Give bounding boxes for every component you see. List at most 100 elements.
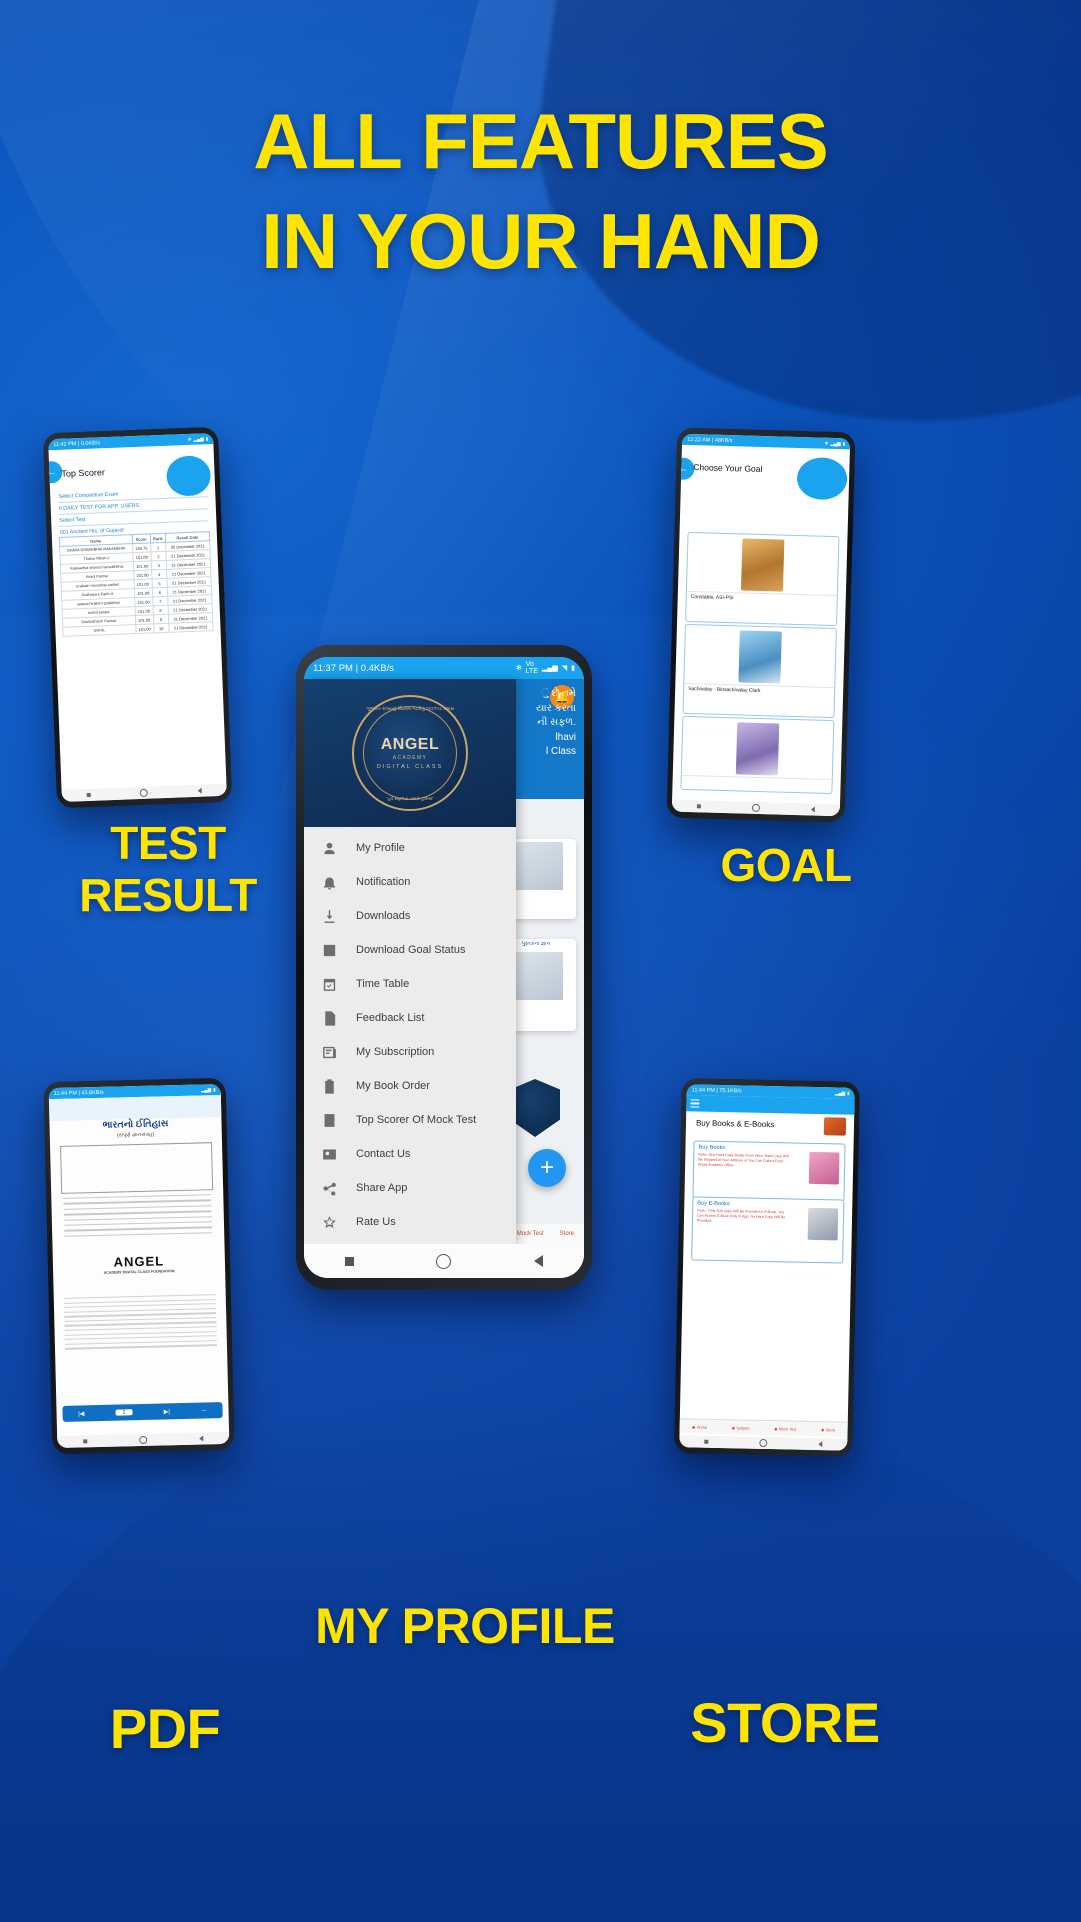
home-icon[interactable] — [751, 803, 760, 813]
goal-thumbnail — [740, 538, 785, 592]
drawer-item-my-profile[interactable]: My Profile — [304, 831, 516, 865]
pdf-page-number[interactable]: 1 — [115, 1409, 133, 1416]
caption-text: STORE — [690, 1691, 880, 1754]
tab-mock-test[interactable]: ◆ Mock Test — [774, 1426, 796, 1431]
drawer-item-my-book-order[interactable]: My Book Order — [304, 1069, 516, 1103]
drawer-item-downloads[interactable]: Downloads — [304, 899, 516, 933]
tab-mock-test[interactable]: Mock Test — [517, 1231, 544, 1237]
goal-card[interactable]: Sachivalay - Binsachivalay Clark — [682, 623, 837, 719]
card-body: Note:- Only Soft Copy Will Be Provided I… — [696, 1208, 786, 1223]
books-illustration — [823, 1117, 847, 1136]
clipboard-icon — [320, 1077, 338, 1095]
drawer-item-rate-us[interactable]: Rate Us — [304, 1205, 516, 1239]
store-icon: ◆ — [821, 1426, 825, 1432]
table-cell: 21 December 2021 — [168, 621, 214, 633]
police-badge-illustration — [510, 1079, 560, 1137]
square-icon[interactable] — [345, 1256, 355, 1266]
goal-card[interactable]: Constable, ASI-PSI — [685, 531, 840, 627]
skip-first-icon[interactable]: |◀ — [78, 1410, 84, 1417]
headline-line-2: IN YOUR HAND — [261, 196, 821, 285]
goal-thumbnail — [738, 630, 782, 684]
drawer-item-label: My Book Order — [356, 1080, 430, 1092]
recents-icon[interactable] — [86, 792, 91, 798]
phone-screen-my-profile: 11:37 PM | 0.4KB/s ✻ Vo LTE ▂▄▆ ◥ ▮ 🔔 ું … — [304, 657, 584, 1278]
home-icon[interactable] — [759, 1438, 768, 1448]
phone-mockup-goal: 12:22 AM | 48KB/s ✻ ▂▄▆ ▮ ← Choose Your … — [666, 427, 856, 823]
status-bar-icons: ▂▄▆ ▮ — [835, 1090, 850, 1096]
phone-screen-test-result: 11:42 PM | 0.0KB/s ✻ ▂▄▆ ▮ ← Top Scorer … — [48, 432, 227, 803]
drawer-header: 'ગુજરાત' રાજ્યનું સૌપ્રથમ ગઢવીનું DIGITA… — [304, 679, 516, 827]
page-title: Buy Books & E-Books — [695, 1118, 775, 1130]
angel-academy-logo: 'ગુજરાત' રાજ્યનું સૌપ્રથમ ગઢવીનું DIGITA… — [352, 695, 468, 811]
drawer-item-download-goal-status[interactable]: Download Goal Status — [304, 933, 516, 967]
drawer-item-label: Contact Us — [356, 1148, 411, 1160]
drawer-item-share-app[interactable]: Share App — [304, 1171, 516, 1205]
tab-label: Subject — [736, 1424, 750, 1431]
store-card-buy-ebooks[interactable]: Buy E-Books Note:- Only Soft Copy Will B… — [691, 1196, 845, 1264]
drawer-item-label: Top Scorer Of Mock Test — [356, 1114, 477, 1126]
hamburger-icon[interactable] — [690, 1099, 700, 1108]
pdf-body-text-2 — [63, 1294, 217, 1353]
top-scorer-table: Name Score Rank Result Date DHAPA GOBARBHAI… — [59, 531, 214, 637]
pdf-pager-toolbar[interactable]: |◀ 1 ▶| ↔ — [62, 1402, 223, 1422]
scroll-icon — [320, 1111, 338, 1129]
fit-width-icon[interactable]: ↔ — [201, 1407, 207, 1413]
share-icon — [320, 1179, 338, 1197]
circle-icon[interactable] — [436, 1253, 452, 1269]
bell-icon — [320, 873, 338, 891]
drawer-item-label: Download Goal Status — [356, 944, 466, 956]
signal-icon: ▂▄▆ — [542, 665, 558, 672]
caption-text: GOAL — [720, 839, 852, 891]
store-card-buy-books[interactable]: Buy Books Note:- Buy Hard Copy Books Fro… — [692, 1140, 846, 1202]
triangle-back-icon[interactable] — [533, 1255, 543, 1267]
logo-word: ANGEL — [380, 735, 440, 753]
drawer-item-feedback-list[interactable]: Feedback List — [304, 1001, 516, 1035]
logo-sub2: DIGITAL CLASS — [376, 763, 444, 770]
logo-inner: ANGEL ACADEMY DIGITAL CLASS — [363, 706, 457, 800]
plus-icon[interactable]: + — [528, 1149, 566, 1187]
status-bar: 11:37 PM | 0.4KB/s ✻ Vo LTE ▂▄▆ ◥ ▮ — [304, 657, 584, 679]
goal-label: Constable, ASI-PSI — [686, 590, 837, 608]
recents-icon[interactable] — [697, 804, 702, 809]
caption-store: STORE — [620, 1691, 950, 1755]
bottom-tab-bar[interactable]: ◆ Home ◆ Subject ◆ Mock Test ◆ Store — [679, 1418, 848, 1437]
hero-illustration-blob — [796, 456, 848, 501]
battery-icon: ▮ — [847, 1090, 850, 1096]
next-icon[interactable]: ▶| — [164, 1408, 170, 1415]
tab-home[interactable]: ◆ Home — [692, 1424, 707, 1429]
recents-icon[interactable] — [83, 1439, 88, 1444]
logo-arc-top: 'ગુજરાત' રાજ્યનું સૌપ્રથમ ગઢવીનું DIGITA… — [366, 706, 454, 711]
watermark-text: ANGEL — [113, 1253, 165, 1270]
card-thumbnail — [808, 1151, 840, 1185]
drawer-item-my-subscription[interactable]: My Subscription — [304, 1035, 516, 1069]
back-icon[interactable] — [197, 787, 202, 794]
calendar-check-icon — [320, 975, 338, 993]
poster-canvas: ALL FEATURES IN YOUR HAND 11:42 PM | 0.0… — [0, 0, 1081, 1922]
home-icon[interactable] — [139, 1435, 148, 1445]
goal-card[interactable] — [680, 715, 835, 795]
pdf-body-text — [63, 1194, 213, 1241]
drawer-item-label: My Profile — [356, 842, 405, 854]
phone-mockup-store: 11:44 PM | 75.1KB/s ▂▄▆ ▮ Buy Books & E-… — [674, 1078, 860, 1457]
home-icon[interactable] — [140, 788, 149, 798]
table-cell: GOHIL — [62, 624, 136, 637]
drawer-item-contact-us[interactable]: Contact Us — [304, 1137, 516, 1171]
back-icon[interactable] — [199, 1435, 204, 1442]
status-bar-time: 12:22 AM | 48KB/s — [687, 436, 733, 444]
back-icon[interactable] — [817, 1441, 823, 1448]
tab-label: Home — [696, 1424, 708, 1430]
phone-mockup-pdf: 11:44 PM | 43.6KB/s ▂▄▆ ▮ ભારતનો ઈતિહાસ … — [43, 1077, 235, 1455]
recents-icon[interactable] — [704, 1439, 709, 1444]
status-bar-time: 11:42 PM | 0.0KB/s — [53, 439, 101, 448]
tab-subject[interactable]: ◆ Subject — [732, 1425, 750, 1430]
drawer-item-top-scorer-of-mock-test[interactable]: Top Scorer Of Mock Test — [304, 1103, 516, 1137]
drawer-item-notification[interactable]: Notification — [304, 865, 516, 899]
battery-icon: ▮ — [571, 665, 575, 672]
drawer-item-time-table[interactable]: Time Table — [304, 967, 516, 1001]
table-cell: 101.00 — [135, 623, 154, 634]
status-bar-icons: ✻ Vo LTE ▂▄▆ ◥ ▮ — [516, 661, 575, 675]
tab-store[interactable]: ◆ Store — [821, 1427, 835, 1432]
back-icon[interactable] — [810, 806, 815, 813]
drawer-item-label: Time Table — [356, 978, 410, 990]
tab-store[interactable]: Store — [560, 1231, 574, 1237]
